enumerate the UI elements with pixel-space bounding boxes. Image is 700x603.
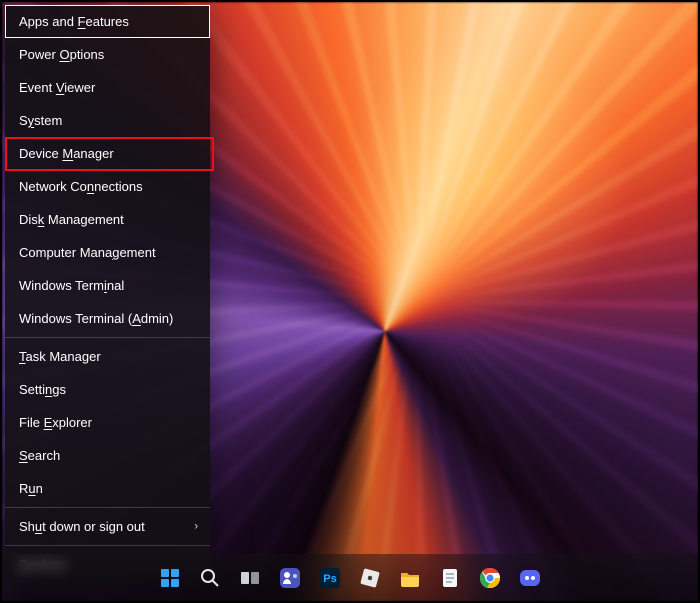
roblox-app[interactable] [356, 564, 384, 592]
menu-item-label: Device Manager [19, 146, 114, 161]
teams-chat-button[interactable] [276, 564, 304, 592]
menu-item-label: Windows Terminal (Admin) [19, 311, 173, 326]
winx-power-options[interactable]: Power Options [5, 38, 210, 71]
menu-item-label: Network Connections [19, 179, 143, 194]
menu-item-label: Search [19, 448, 60, 463]
winx-windows-terminal-admin[interactable]: Windows Terminal (Admin) [5, 302, 210, 335]
menu-item-label: Shut down or sign out [19, 519, 145, 534]
menu-separator [5, 337, 210, 338]
search-button[interactable] [196, 564, 224, 592]
search-icon [198, 566, 222, 590]
discord-app[interactable] [516, 564, 544, 592]
file-explorer-app[interactable] [396, 564, 424, 592]
explorer-icon [398, 566, 422, 590]
winx-context-menu: Apps and Features Power Options Event View… [5, 5, 210, 581]
winx-device-manager[interactable]: Device Manager [5, 137, 210, 170]
task-view-button[interactable] [236, 564, 264, 592]
winx-settings[interactable]: Settings [5, 373, 210, 406]
taskbar-items: Ps [156, 564, 544, 592]
menu-item-label: Event Viewer [19, 80, 95, 95]
taskbar: Ps [2, 554, 698, 601]
photoshop-app[interactable]: Ps [316, 564, 344, 592]
menu-separator [5, 545, 210, 546]
menu-item-label: Run [19, 481, 43, 496]
notepad-icon [438, 566, 462, 590]
screenshot: Apps and Features Power Options Event View… [1, 1, 699, 602]
teams-icon [278, 566, 302, 590]
menu-item-label: System [19, 113, 62, 128]
svg-text:Ps: Ps [323, 573, 336, 585]
winx-system[interactable]: System [5, 104, 210, 137]
winx-shutdown-submenu[interactable]: Shut down or sign out › [5, 510, 210, 543]
winx-event-viewer[interactable]: Event Viewer [5, 71, 210, 104]
winx-disk-management[interactable]: Disk Management [5, 203, 210, 236]
winx-task-manager[interactable]: Task Manager [5, 340, 210, 373]
menu-item-label: Settings [19, 382, 66, 397]
winx-computer-management[interactable]: Computer Management [5, 236, 210, 269]
winx-file-explorer[interactable]: File Explorer [5, 406, 210, 439]
menu-separator [5, 507, 210, 508]
winx-apps-and-features[interactable]: Apps and Features [5, 5, 210, 38]
menu-item-label: Computer Management [19, 245, 156, 260]
menu-item-label: Windows Terminal [19, 278, 124, 293]
menu-item-label: Power Options [19, 47, 104, 62]
discord-icon [518, 566, 542, 590]
winx-windows-terminal[interactable]: Windows Terminal [5, 269, 210, 302]
winx-run[interactable]: Run [5, 472, 210, 505]
start-button[interactable] [156, 564, 184, 592]
chrome-app[interactable] [476, 564, 504, 592]
winx-search[interactable]: Search [5, 439, 210, 472]
chevron-right-icon: › [194, 521, 198, 532]
menu-item-label: Apps and Features [19, 14, 129, 29]
notepad-app[interactable] [436, 564, 464, 592]
menu-item-label: Task Manager [19, 349, 101, 364]
chrome-icon [478, 566, 502, 590]
roblox-icon [358, 566, 382, 590]
menu-item-label: Disk Management [19, 212, 124, 227]
taskview-icon [238, 566, 262, 590]
start-icon [158, 566, 182, 590]
winx-network-connections[interactable]: Network Connections [5, 170, 210, 203]
ps-icon: Ps [318, 566, 342, 590]
menu-item-label: File Explorer [19, 415, 92, 430]
